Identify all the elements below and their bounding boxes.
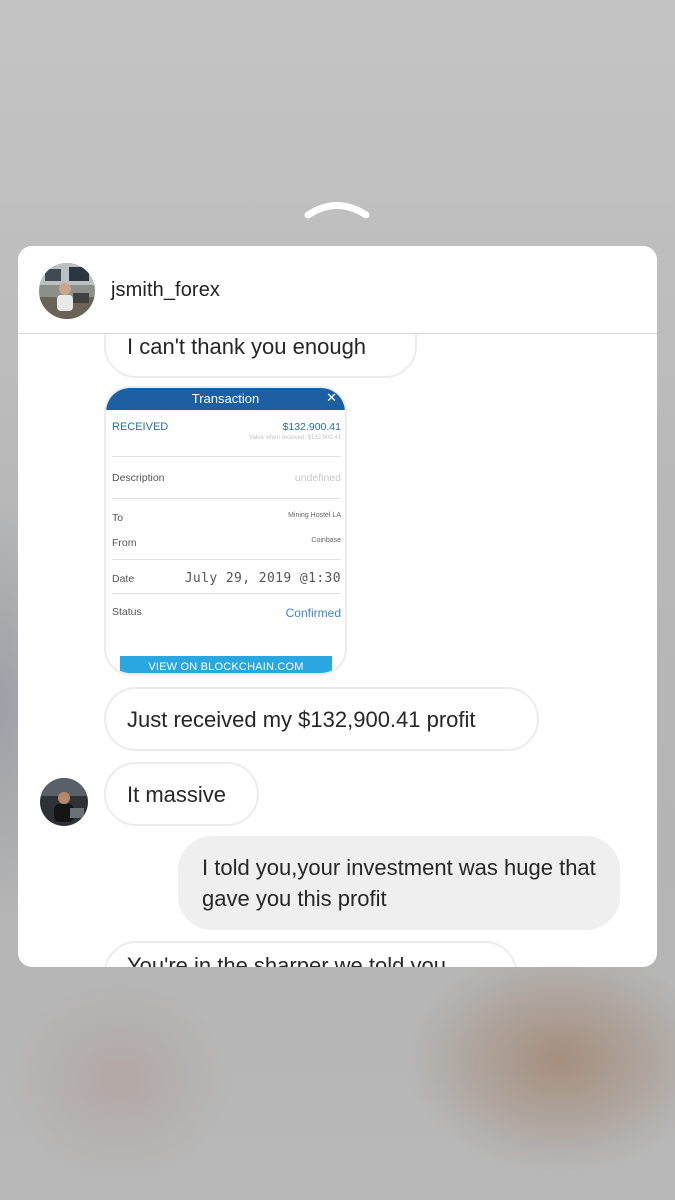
sender-avatar[interactable] [40, 778, 88, 826]
profile-header[interactable]: jsmith_forex [18, 246, 657, 334]
message-text: You're in the sharper we told you [127, 953, 446, 967]
avatar[interactable] [39, 263, 95, 319]
message-text: I told you,your investment was huge that… [202, 855, 596, 911]
message-text: It massive [127, 782, 227, 807]
from-value: Coinbase [311, 537, 341, 544]
description-label: Description [112, 472, 165, 484]
message-bubble: It massive [104, 762, 259, 826]
received-value: $132.900.41 [282, 421, 341, 433]
message-bubble: I can't thank you enough [104, 334, 417, 378]
divider [112, 456, 341, 457]
chevron-up-icon[interactable] [303, 198, 371, 222]
transaction-title: Transaction [191, 391, 260, 406]
username[interactable]: jsmith_forex [111, 279, 220, 302]
message-bubble: You're in the sharper we told you [104, 941, 517, 967]
message-thread[interactable]: I can't thank you enough Transaction ✕ R… [18, 334, 657, 967]
transaction-header: Transaction ✕ [106, 388, 345, 410]
received-label: RECEIVED [112, 421, 169, 433]
from-label: From [112, 537, 137, 549]
view-on-blockchain-button: VIEW ON BLOCKCHAIN.COM [120, 656, 332, 673]
transaction-screenshot-image[interactable]: Transaction ✕ RECEIVED $132.900.41 Value… [104, 386, 347, 675]
story-reply-card: jsmith_forex I can't thank you enough Tr… [18, 246, 657, 967]
date-label: Date [112, 573, 135, 585]
message-text: Just received my $132,900.41 profit [127, 707, 476, 732]
divider [112, 593, 341, 594]
close-icon: ✕ [326, 390, 337, 405]
message-text: I can't thank you enough [127, 334, 367, 359]
received-sub-value: Value when received: $132,900.41 [249, 435, 341, 441]
status-label: Status [112, 606, 142, 618]
status-value: Confirmed [285, 606, 341, 620]
message-bubble: Just received my $132,900.41 profit [104, 687, 539, 751]
date-value: July 29, 2019 @1:30 [184, 571, 341, 586]
to-label: To [112, 512, 124, 524]
outgoing-message-bubble: I told you,your investment was huge that… [178, 836, 620, 930]
divider [112, 559, 341, 560]
description-value: undefined [294, 472, 341, 484]
to-value: Mining Hostel LA [288, 512, 341, 519]
divider [112, 498, 341, 499]
